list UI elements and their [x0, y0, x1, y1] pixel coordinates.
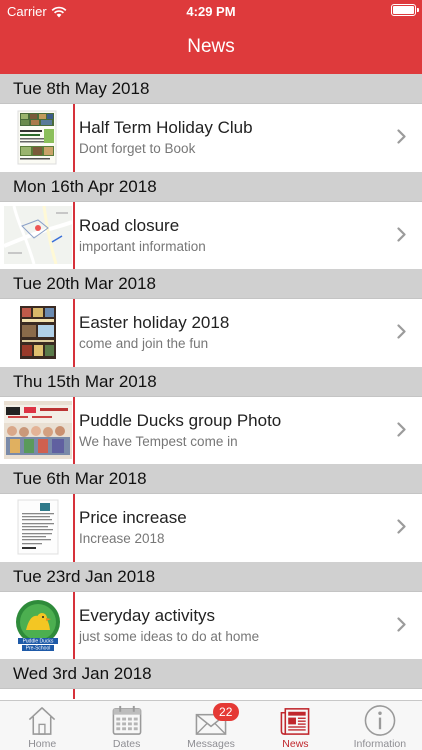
tab-messages[interactable]: 22 Messages	[169, 701, 253, 750]
chevron-right-icon	[397, 519, 406, 534]
tab-label: Messages	[187, 738, 235, 750]
chevron-right-icon	[397, 421, 406, 437]
news-item-title: Price increase	[79, 508, 187, 527]
row-divider	[73, 104, 75, 172]
news-item-subtitle: We have Tempest come in	[79, 433, 238, 449]
newspaper-icon	[281, 708, 310, 735]
navigation-header: Carrier 4:29 PM News	[0, 0, 422, 74]
news-item-half-term[interactable]: Half Term Holiday Club Dont forget to Bo…	[0, 104, 422, 172]
news-thumbnail	[4, 303, 72, 361]
news-item-subtitle: come and join the fun	[79, 336, 209, 351]
news-item-partial[interactable]	[0, 689, 422, 699]
news-item-subtitle: just some ideas to do at home	[79, 628, 260, 644]
row-divider	[73, 396, 75, 464]
battery-icon	[391, 4, 419, 16]
tab-dates[interactable]: Dates	[84, 701, 168, 750]
news-item-road-closure[interactable]: Road closure important information	[0, 201, 422, 269]
news-item-price-increase[interactable]: Price increase Increase 2018	[0, 494, 422, 562]
puddle-ducks-logo: Puddle Ducks Pre-School	[4, 595, 72, 654]
news-item-subtitle: Increase 2018	[79, 531, 165, 546]
news-item-title: Everyday activitys	[79, 605, 216, 625]
status-bar: Carrier 4:29 PM	[0, 0, 422, 22]
tab-label: Information	[353, 738, 407, 750]
news-item-title: Puddle Ducks group Photo	[79, 410, 282, 430]
info-icon	[364, 705, 396, 736]
house-icon	[29, 707, 56, 735]
section-header: Tue 8th May 2018	[0, 74, 422, 104]
news-item-title: Half Term Holiday Club	[79, 118, 253, 137]
news-item-title: Road closure	[79, 215, 180, 235]
news-item-subtitle: Dont forget to Book	[79, 141, 196, 156]
section-header: Thu 15th Mar 2018	[0, 366, 422, 397]
news-thumbnail	[4, 400, 72, 459]
news-thumbnail	[4, 498, 72, 556]
section-header: Wed 3rd Jan 2018	[0, 659, 422, 689]
status-time: 4:29 PM	[186, 4, 236, 19]
row-divider	[73, 299, 75, 367]
tab-home[interactable]: Home	[0, 701, 84, 750]
logo-text-top: Puddle Ducks	[23, 638, 54, 644]
tab-label: News	[282, 738, 309, 750]
news-item-title: Easter holiday 2018	[79, 313, 230, 332]
news-thumbnail	[4, 108, 72, 166]
news-thumbnail	[4, 205, 72, 264]
row-divider	[73, 689, 75, 699]
section-header: Tue 23rd Jan 2018	[0, 561, 422, 592]
row-divider	[73, 494, 75, 562]
page-title: News	[187, 36, 235, 57]
unread-badge: 22	[212, 703, 239, 721]
news-item-subtitle: important information	[79, 238, 206, 254]
section-header: Tue 6th Mar 2018	[0, 464, 422, 494]
chevron-right-icon	[397, 324, 406, 339]
row-divider	[73, 591, 75, 659]
section-header: Tue 20th Mar 2018	[0, 269, 422, 299]
logo-text-bottom: Pre-School	[26, 645, 51, 651]
news-item-group-photo[interactable]: Puddle Ducks group Photo We have Tempest…	[0, 396, 422, 464]
row-divider	[73, 201, 75, 269]
news-item-everyday-activitys[interactable]: Puddle Ducks Pre-School Everyday activit…	[0, 591, 422, 659]
tab-information[interactable]: Information	[338, 701, 422, 750]
news-list[interactable]: Tue 8th May 2018 Half Term Holiday Club …	[0, 74, 422, 700]
tab-label: Dates	[112, 738, 141, 750]
tab-news[interactable]: News	[253, 701, 337, 750]
tab-bar: Home Dates 22 Messages News Information	[0, 700, 422, 750]
news-item-easter-holiday[interactable]: Easter holiday 2018 come and join the fu…	[0, 299, 422, 367]
tab-label: Home	[28, 738, 57, 750]
calendar-icon	[112, 705, 141, 735]
section-header: Mon 16th Apr 2018	[0, 171, 422, 202]
chevron-right-icon	[397, 226, 406, 242]
chevron-right-icon	[397, 616, 406, 632]
chevron-right-icon	[397, 129, 406, 144]
